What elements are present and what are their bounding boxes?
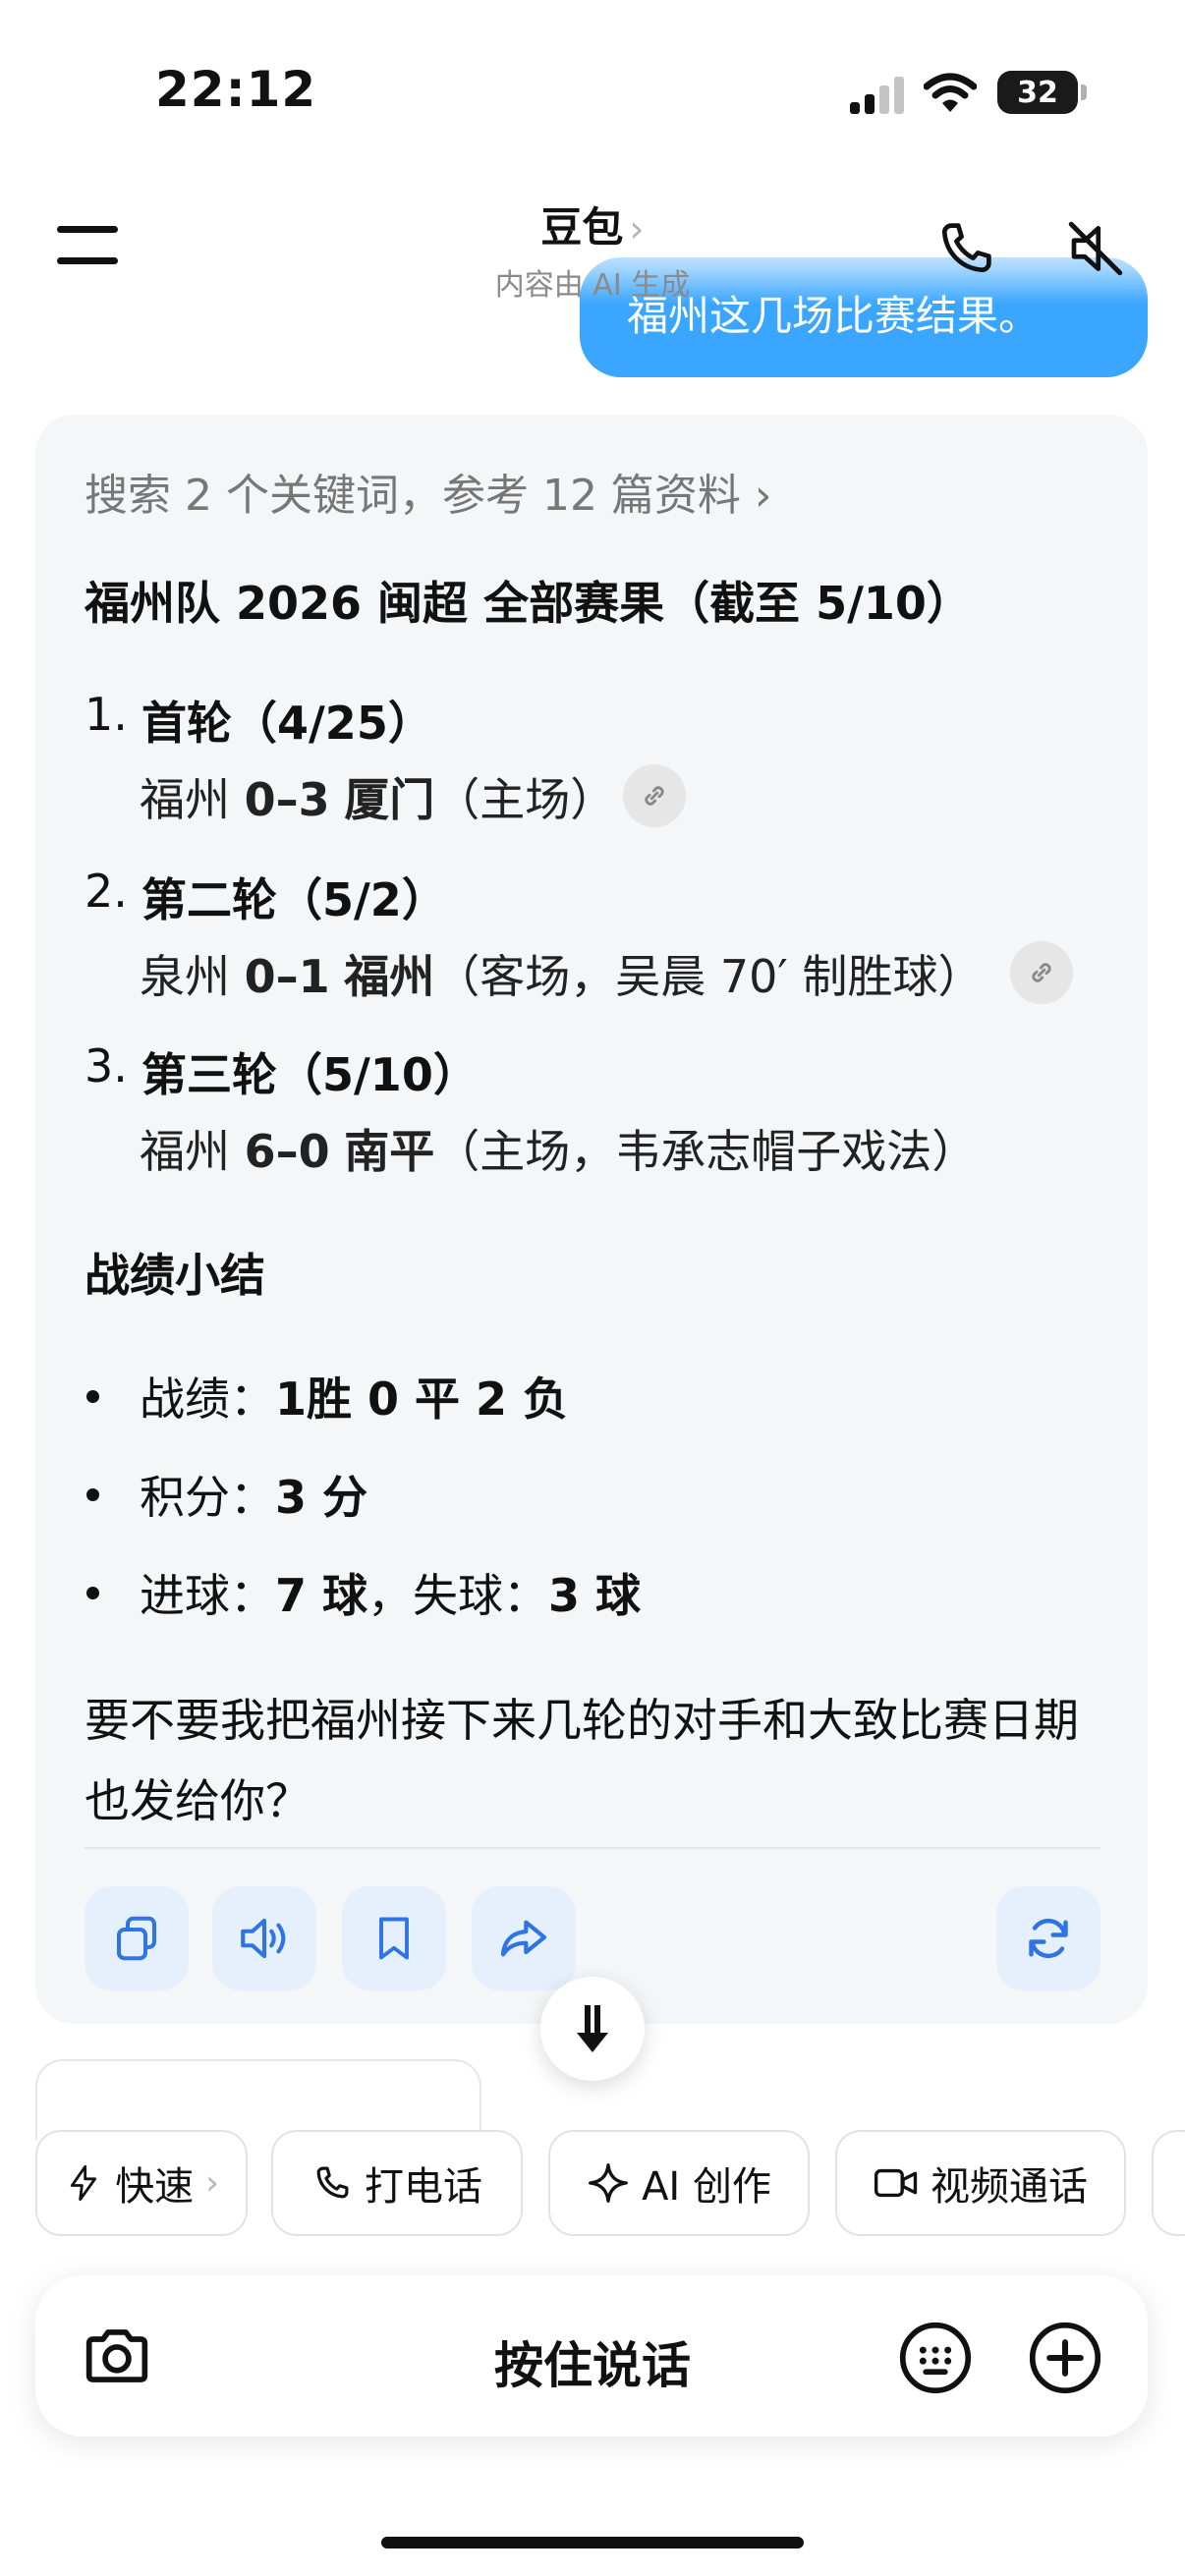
match-result: 福州 6–0 南平（主场，韦承志帽子戏法） <box>140 1116 977 1181</box>
wifi-icon <box>924 73 977 112</box>
battery-indicator: 32 <box>997 71 1078 114</box>
scroll-to-bottom-button[interactable] <box>540 1977 645 2081</box>
video-camera-icon <box>874 2168 918 2198</box>
copy-icon <box>116 1916 157 1961</box>
chat-title-text: 豆包 <box>540 203 624 252</box>
team-home: 福州 <box>140 773 230 826</box>
hold-to-talk-button[interactable]: 按住说话 <box>0 2326 1185 2397</box>
round-title: 第三轮（5/10） <box>141 1048 479 1101</box>
cellular-signal-icon <box>850 77 904 114</box>
summary-value: 3 分 <box>275 1471 368 1524</box>
read-aloud-button[interactable] <box>212 1886 316 1990</box>
summary-record: 战绩：1胜 0 平 2 负 <box>140 1364 568 1428</box>
phone-call-chip[interactable]: 打电话 <box>271 2130 523 2236</box>
team-home: 福州 <box>140 1125 230 1178</box>
more-chip[interactable] <box>1152 2130 1185 2236</box>
match-note: （客场，吴晨 70′ 制胜球） <box>434 950 984 1003</box>
team-away: 福州 <box>344 950 435 1003</box>
round-title: 第二轮（5/2） <box>141 873 447 926</box>
search-references-link[interactable]: 搜索 2 个关键词，参考 12 篇资料 › <box>85 460 772 523</box>
summary-label: 战绩： <box>140 1372 275 1426</box>
bullet-dot <box>86 1587 99 1599</box>
team-away: 南平 <box>344 1125 435 1178</box>
chat-title[interactable]: 豆包 › <box>0 195 1185 254</box>
next-message-card <box>35 2059 481 2140</box>
match-note: （主场） <box>434 773 616 826</box>
source-link-button[interactable] <box>1010 941 1073 1004</box>
bookmark-button[interactable] <box>342 1886 446 1990</box>
add-icon[interactable] <box>1028 2321 1102 2395</box>
fast-mode-chip[interactable]: 快速 › <box>35 2130 248 2236</box>
round-title: 首轮（4/25） <box>141 697 433 750</box>
chevron-right-icon: › <box>205 2163 219 2203</box>
team-home: 泉州 <box>140 950 230 1003</box>
link-icon <box>1032 963 1051 982</box>
summary-goals: 进球：7 球，失球：3 球 <box>140 1560 641 1625</box>
list-item: 3. 第三轮（5/10） 福州 6–0 南平（主场，韦承志帽子戏法） <box>85 1039 1106 1187</box>
video-call-chip[interactable]: 视频通话 <box>835 2130 1126 2236</box>
bullet-dot <box>86 1488 99 1501</box>
chip-label: 打电话 <box>365 2164 482 2210</box>
list-item: 1. 首轮（4/25） 福州 0–3 厦门（主场） <box>85 688 1106 835</box>
match-result: 福州 0–3 厦门（主场） <box>140 764 615 829</box>
share-icon <box>500 1920 547 1957</box>
bookmark-icon <box>379 1917 409 1960</box>
list-item: 2. 第二轮（5/2） 泉州 0–1 福州（客场，吴晨 70′ 制胜球） <box>85 865 1126 1012</box>
match-score: 0–1 <box>244 950 330 1003</box>
chip-label: AI 创作 <box>642 2164 771 2210</box>
ai-generated-notice: 内容由 AI 生成 <box>494 268 691 303</box>
summary-points: 积分：3 分 <box>140 1462 367 1527</box>
source-link-button[interactable] <box>623 764 686 827</box>
battery-tip <box>1081 84 1087 100</box>
summary-value: 3 球 <box>548 1569 642 1622</box>
bullet-dot <box>86 1390 99 1403</box>
team-away: 厦门 <box>344 773 435 826</box>
link-icon <box>645 786 664 806</box>
summary-value: 7 球 <box>275 1569 368 1622</box>
match-result: 泉州 0–1 福州（客场，吴晨 70′ 制胜球） <box>140 941 984 1006</box>
phone-call-icon[interactable] <box>933 216 998 281</box>
speaker-muted-icon[interactable] <box>1063 216 1128 281</box>
list-number: 1. <box>85 688 128 741</box>
home-indicator <box>381 2537 804 2548</box>
phone-icon <box>316 2166 349 2199</box>
regenerate-button[interactable] <box>996 1886 1100 1990</box>
chevron-right-icon: › <box>629 207 645 251</box>
list-number: 2. <box>85 865 128 918</box>
match-score: 6–0 <box>244 1125 330 1178</box>
sparkle-icon <box>589 2163 629 2203</box>
keyboard-icon[interactable] <box>898 2321 973 2395</box>
match-score: 0–3 <box>244 773 330 826</box>
summary-value: 1胜 0 平 2 负 <box>275 1372 569 1426</box>
chip-label: 快速 <box>115 2164 195 2210</box>
copy-button[interactable] <box>85 1886 189 1990</box>
answer-heading: 福州队 2026 闽超 全部赛果（截至 5/10） <box>85 577 972 630</box>
chip-label: 视频通话 <box>931 2164 1088 2210</box>
summary-label: 进球： <box>140 1569 275 1622</box>
summary-label: 积分： <box>140 1471 275 1524</box>
list-number: 3. <box>85 1039 128 1092</box>
divider <box>85 1847 1100 1849</box>
refresh-icon <box>1029 1918 1068 1959</box>
status-time: 22:12 <box>155 61 317 118</box>
summary-title: 战绩小结 <box>85 1249 265 1302</box>
closing-question: 要不要我把福州接下来几轮的对手和大致比赛日期也发给你？ <box>85 1694 1079 1827</box>
share-button[interactable] <box>472 1886 576 1990</box>
arrow-down-icon <box>577 2005 608 2052</box>
match-note: （主场，韦承志帽子戏法） <box>434 1125 978 1178</box>
summary-label: ，失球： <box>367 1569 549 1622</box>
lightning-icon <box>71 2164 97 2202</box>
speaker-icon <box>241 1918 286 1959</box>
ai-create-chip[interactable]: AI 创作 <box>548 2130 810 2236</box>
